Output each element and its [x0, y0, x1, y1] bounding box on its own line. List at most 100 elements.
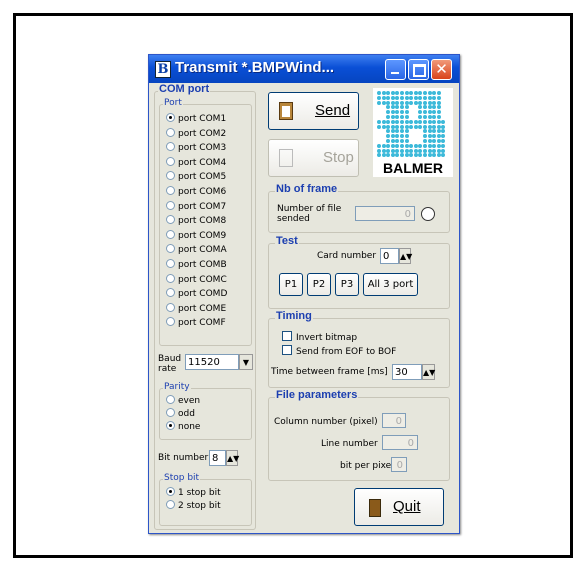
baud-dropdown-arrow-icon[interactable]: ▼ [239, 354, 253, 370]
invert-bitmap-checkbox[interactable]: Invert bitmap [282, 331, 357, 343]
send-button[interactable]: Send [268, 92, 359, 130]
port-radio-12[interactable]: port COMD [166, 288, 227, 299]
logo-dot [413, 119, 418, 124]
stop-bit-label: 1 stop bit [178, 488, 221, 498]
radio-circle-icon [166, 259, 175, 268]
port-radio-6[interactable]: port COM7 [166, 200, 227, 212]
logo-dot [395, 91, 400, 95]
stop-bit-group-title: Stop bit [163, 473, 201, 483]
stop-button[interactable]: Stop [268, 139, 359, 177]
baud-label-2: rate [158, 364, 177, 374]
test-button-0[interactable]: P1 [279, 273, 303, 296]
logo-dot [409, 95, 414, 100]
bit-number-spinner-icon[interactable]: ▲▼ [226, 450, 239, 466]
transmit-window: B Transmit *.BMPWind... ✕ COM port Port … [148, 54, 460, 534]
logo-dot [395, 134, 400, 139]
logo-dot [418, 148, 423, 153]
test-button-3[interactable]: All 3 port [363, 273, 418, 296]
logo-dot [404, 139, 409, 143]
port-label: port COMD [178, 289, 228, 300]
parity-radio-1[interactable]: odd [166, 408, 195, 419]
logo-dot [432, 115, 437, 119]
port-radio-9[interactable]: port COMA [166, 244, 227, 255]
logo-dot [400, 148, 404, 153]
port-radio-5[interactable]: port COM6 [166, 186, 226, 197]
port-radio-0[interactable]: port COM1 [166, 113, 226, 124]
parity-radio-2[interactable]: none [166, 421, 200, 432]
logo-dot [400, 119, 404, 124]
logo-dot [413, 153, 418, 158]
logo-dot [432, 110, 437, 115]
balmer-logo-text: BALMER [373, 160, 453, 177]
port-radio-7[interactable]: port COM8 [166, 215, 226, 226]
logo-dot [390, 110, 395, 115]
logo-dot [413, 148, 418, 153]
port-radio-13[interactable]: port COME [166, 302, 227, 314]
logo-dot [381, 124, 386, 129]
line-number-value: 0 [407, 438, 414, 449]
quit-button[interactable]: Quit [354, 488, 444, 526]
logo-dot [441, 119, 446, 124]
logo-dot [418, 110, 423, 115]
logo-dot [436, 148, 441, 153]
port-radio-11[interactable]: port COMC [166, 273, 227, 285]
logo-dot [423, 105, 427, 110]
logo-dot [404, 134, 409, 139]
close-button[interactable]: ✕ [431, 59, 452, 80]
port-radio-8[interactable]: port COM9 [166, 229, 226, 241]
logo-dot [418, 115, 423, 119]
port-radio-2[interactable]: port COM3 [166, 142, 226, 153]
stop-bit-radio-1[interactable]: 2 stop bit [166, 500, 221, 511]
baud-rate-select[interactable]: 11520 [185, 354, 239, 370]
com-port-title: COM port [158, 83, 211, 95]
logo-dot [400, 139, 404, 143]
test-button-1[interactable]: P2 [307, 273, 331, 296]
radio-circle-icon [166, 273, 175, 283]
port-radio-14[interactable]: port COMF [166, 317, 226, 328]
radio-circle-icon [166, 317, 175, 327]
parity-radio-0[interactable]: even [166, 395, 200, 406]
radio-circle-icon [166, 186, 175, 195]
radio-circle-icon [166, 229, 175, 239]
logo-dot [390, 119, 395, 124]
stop-bit-radio-0[interactable]: 1 stop bit [166, 487, 221, 498]
test-button-2[interactable]: P3 [335, 273, 359, 296]
card-number-field[interactable]: 0 [380, 248, 399, 264]
logo-dot [427, 134, 432, 139]
port-radio-1[interactable]: port COM2 [166, 127, 226, 139]
logo-dot [386, 134, 391, 139]
logo-dot [423, 110, 427, 115]
port-radio-4[interactable]: port COM5 [166, 171, 226, 182]
logo-dot [404, 153, 409, 158]
send-eof-checkbox[interactable]: Send from EOF to BOF [282, 345, 396, 357]
nb-file-label-1: Number of file [277, 204, 342, 214]
minimize-button[interactable] [385, 59, 406, 80]
port-label: port COM7 [178, 201, 227, 212]
logo-dot [404, 115, 409, 119]
logo-dot [390, 100, 395, 105]
balmer-logo [373, 88, 453, 160]
logo-dot [427, 124, 432, 129]
logo-dot [390, 105, 395, 110]
app-icon: B [155, 61, 171, 78]
port-label: port COMF [178, 318, 226, 329]
logo-dot [386, 95, 391, 100]
time-spinner-icon[interactable]: ▲▼ [422, 364, 435, 380]
port-radio-3[interactable]: port COM4 [166, 156, 226, 168]
logo-dot [427, 139, 432, 143]
title-bar[interactable]: B Transmit *.BMPWind... ✕ [149, 55, 459, 83]
stop-bit-label: 2 stop bit [178, 501, 221, 511]
time-between-field[interactable]: 30 [392, 364, 422, 380]
maximize-button[interactable] [408, 59, 429, 80]
bit-number-field[interactable]: 8 [209, 450, 226, 466]
card-number-spinner-icon[interactable]: ▲▼ [399, 248, 412, 264]
port-radio-10[interactable]: port COMB [166, 259, 227, 270]
logo-dot [395, 139, 400, 143]
logo-dot [404, 143, 409, 148]
logo-dot [404, 105, 409, 110]
logo-dot [441, 148, 446, 153]
logo-dot [390, 139, 395, 143]
port-label: port COME [178, 303, 227, 314]
logo-dot [395, 124, 400, 129]
time-between-value: 30 [395, 367, 408, 378]
